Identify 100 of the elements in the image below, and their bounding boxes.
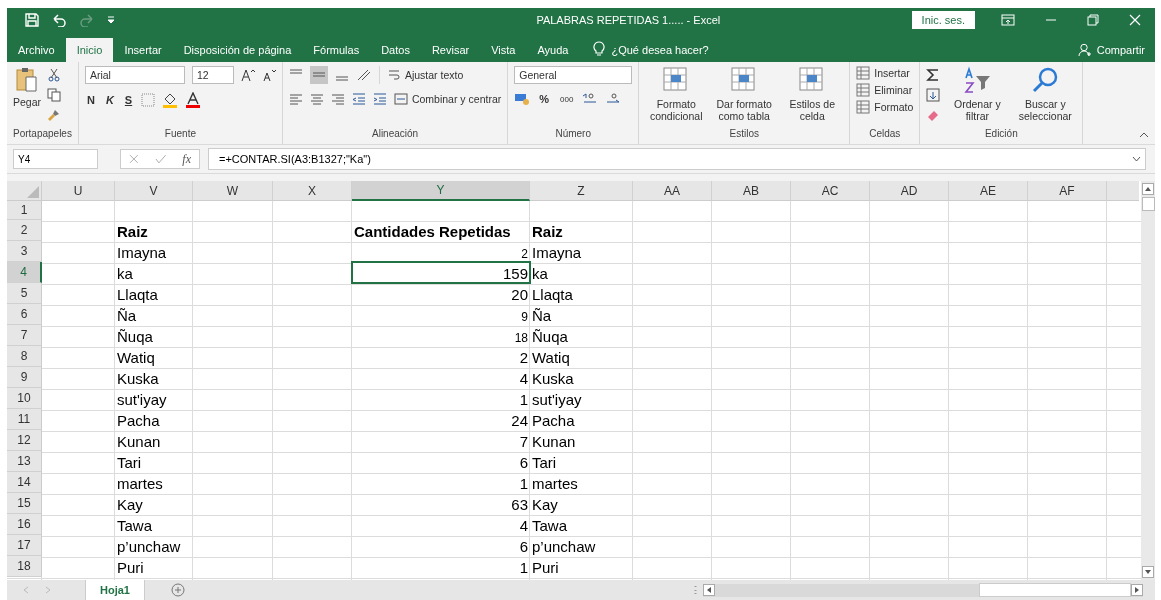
column-header[interactable]: U [42,181,115,201]
redo-icon[interactable] [79,13,95,27]
column-header[interactable]: AB [712,181,791,201]
decrease-decimal-icon[interactable] [605,92,622,106]
scrollbar-thumb[interactable] [979,583,1131,597]
lightbulb-icon[interactable] [593,41,606,56]
styles-button[interactable]: Formato condicional [645,66,708,122]
check-icon[interactable] [154,154,167,164]
fill-color-icon[interactable] [162,92,179,108]
ribbon-tab[interactable]: Insertar [113,38,173,62]
row-header[interactable]: 10 [7,388,42,409]
percent-button[interactable]: % [537,93,551,105]
column-header[interactable]: AC [791,181,870,201]
cancel-icon[interactable] [129,154,139,164]
ribbon-tab[interactable]: Datos [370,38,421,62]
increase-decimal-icon[interactable] [582,92,599,106]
sign-in-button[interactable]: Inic. ses. [911,11,975,29]
share-button[interactable]: Compartir [1096,38,1145,62]
row-header[interactable]: 15 [7,493,42,514]
column-header[interactable]: W [193,181,273,201]
eraser-icon[interactable] [926,108,941,122]
align-left-icon[interactable] [288,92,303,106]
ribbon-tab[interactable]: Vista [480,38,527,62]
copy-icon[interactable] [47,88,62,102]
row-header[interactable]: 17 [7,535,42,556]
sum-icon[interactable] [926,68,941,82]
horizontal-scrollbar[interactable] [703,583,1143,597]
scrollbar-thumb[interactable] [1141,197,1155,211]
ribbon-tab[interactable]: Inicio [65,38,114,62]
cells-button[interactable]: Insertar [856,66,910,80]
row-header[interactable]: 13 [7,451,42,472]
row-header[interactable]: 5 [7,283,42,304]
italic-button[interactable]: K [103,94,116,106]
column-header[interactable]: V [115,181,193,201]
grow-font-icon[interactable] [240,68,255,82]
row-header[interactable]: 3 [7,241,42,262]
customize-toolbar-icon[interactable] [107,16,115,24]
font-size-field[interactable]: 12 [191,66,234,84]
tell-me-search[interactable]: ¿Qué desea hacer? [611,38,709,62]
underline-button[interactable]: S [122,94,135,106]
column-header[interactable]: AF [1028,181,1107,201]
font-color-icon[interactable] [185,92,202,108]
scroll-right-icon[interactable] [1131,584,1143,596]
number-format-field[interactable]: General [514,66,633,84]
paste-button[interactable]: Pegar [13,66,42,108]
row-header[interactable]: 14 [7,472,42,493]
row-header[interactable]: 12 [7,430,42,451]
currency-icon[interactable] [514,92,531,106]
row-header[interactable]: 9 [7,367,42,388]
cells-button[interactable]: Formato [856,100,914,114]
fill-down-icon[interactable] [926,88,941,102]
align-center-icon[interactable] [309,92,324,106]
row-header[interactable]: 7 [7,325,42,346]
add-sheet-icon[interactable] [170,583,185,597]
ribbon-tab[interactable]: Archivo [7,38,66,62]
formula-field[interactable]: =+CONTAR.SI(A3:B1327;"Ka") [208,148,1146,170]
ribbon-tab[interactable]: Ayuda [526,38,580,62]
row-header[interactable]: 1 [7,201,42,220]
find-select-button[interactable]: Buscar y seleccionar [1014,66,1077,122]
row-header[interactable]: 6 [7,304,42,325]
expand-formula-icon[interactable] [1132,156,1141,162]
wrap-text-button[interactable]: Ajustar texto [386,68,464,82]
brush-icon[interactable] [47,108,62,122]
sort-filter-button[interactable]: Ordenar y filtrar [946,66,1009,122]
cells-button[interactable]: Eliminar [856,83,913,97]
column-header[interactable]: Z [530,181,633,201]
decrease-indent-icon[interactable] [351,92,366,106]
restore-icon[interactable] [1087,14,1099,26]
row-header[interactable]: 2 [7,220,42,241]
column-header[interactable]: X [273,181,352,201]
increase-indent-icon[interactable] [372,92,387,106]
row-header[interactable]: 16 [7,514,42,535]
font-name-field[interactable]: Arial [84,66,185,84]
column-header[interactable]: AE [949,181,1028,201]
orientation-icon[interactable] [355,68,372,82]
row-header[interactable]: 18 [7,556,42,577]
scissors-icon[interactable] [47,68,62,82]
styles-button[interactable]: Estilos de celda [781,66,844,122]
close-icon[interactable] [1129,14,1141,26]
sheet-tab[interactable]: Hoja1 [85,580,145,600]
ribbon-tab[interactable]: Disposición de página [172,38,303,62]
column-header[interactable]: Y [352,181,530,201]
ribbon-display-icon[interactable] [1001,14,1015,26]
collapse-ribbon-icon[interactable] [1139,132,1149,138]
styles-button[interactable]: Dar formato como tabla [713,66,776,122]
shrink-font-icon[interactable] [261,68,276,82]
ribbon-tab[interactable]: Fórmulas [302,38,371,62]
column-header[interactable]: AD [870,181,949,201]
merge-center-button[interactable]: Combinar y centrar [393,92,502,106]
scroll-left-icon[interactable] [703,584,715,596]
ribbon-tab[interactable]: Revisar [420,38,481,62]
row-header[interactable]: 8 [7,346,42,367]
thousands-button[interactable]: 000 [558,94,576,104]
align-right-icon[interactable] [330,92,345,106]
column-header[interactable]: AA [633,181,712,201]
align-middle-icon[interactable] [309,66,328,84]
scroll-up-icon[interactable] [1142,183,1154,195]
name-box[interactable]: Y4 [13,149,98,169]
save-icon[interactable] [25,13,39,27]
row-header[interactable]: 4 [7,262,42,283]
